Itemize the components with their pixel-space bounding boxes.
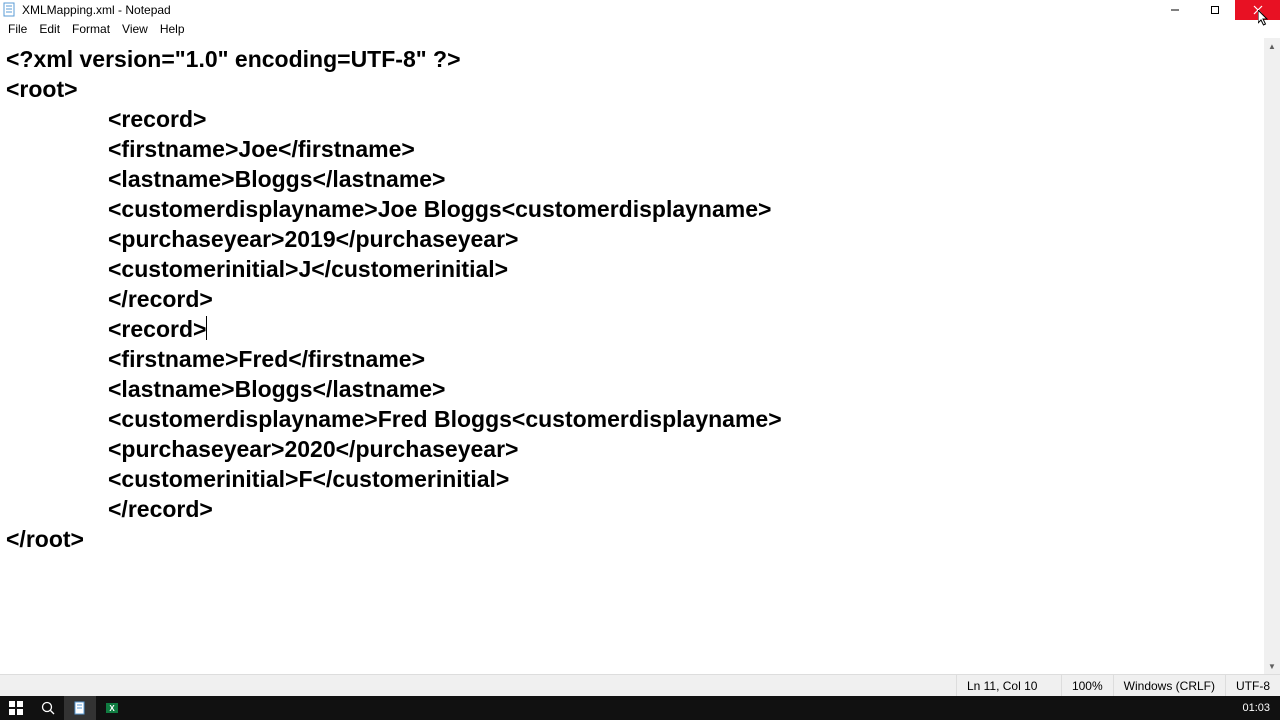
menubar: File Edit Format View Help — [0, 20, 1280, 38]
taskbar-clock[interactable]: 01:03 — [1232, 702, 1280, 714]
menu-view[interactable]: View — [116, 20, 154, 38]
editor-line: </root> — [6, 524, 1260, 554]
statusbar: Ln 11, Col 10 100% Windows (CRLF) UTF-8 — [0, 674, 1280, 696]
editor-line: <customerinitial>F</customerinitial> — [108, 466, 509, 492]
editor-line: <?xml version="1.0" encoding=UTF-8" ?> — [6, 44, 1260, 74]
menu-format[interactable]: Format — [66, 20, 116, 38]
editor-line: <purchaseyear>2019</purchaseyear> — [108, 226, 518, 252]
editor-line: <customerdisplayname>Joe Bloggs<customer… — [108, 196, 771, 222]
editor-line: <root> — [6, 74, 1260, 104]
text-caret — [206, 316, 207, 340]
maximize-button[interactable] — [1195, 0, 1235, 20]
scroll-down-icon[interactable]: ▼ — [1264, 658, 1280, 674]
editor-line: </record> — [108, 286, 213, 312]
editor-line: <record> — [108, 316, 206, 342]
status-position: Ln 11, Col 10 — [956, 675, 1061, 697]
editor-line: <lastname>Bloggs</lastname> — [108, 166, 446, 192]
editor-line: <purchaseyear>2020</purchaseyear> — [108, 436, 518, 462]
taskbar-app-excel[interactable]: X — [96, 696, 128, 720]
menu-file[interactable]: File — [2, 20, 33, 38]
editor-line: <record> — [108, 106, 206, 132]
taskbar[interactable]: X 01:03 — [0, 696, 1280, 720]
window-title: XMLMapping.xml - Notepad — [22, 3, 171, 17]
notepad-icon — [2, 2, 18, 18]
search-button[interactable] — [32, 696, 64, 720]
close-button[interactable] — [1235, 0, 1280, 20]
minimize-button[interactable] — [1155, 0, 1195, 20]
titlebar[interactable]: XMLMapping.xml - Notepad — [0, 0, 1280, 20]
menu-help[interactable]: Help — [154, 20, 191, 38]
status-encoding: UTF-8 — [1225, 675, 1280, 697]
editor-line: <lastname>Bloggs</lastname> — [108, 376, 446, 402]
notepad-window: XMLMapping.xml - Notepad File Edit Forma… — [0, 0, 1280, 696]
scroll-track[interactable] — [1264, 54, 1280, 658]
editor-line: </record> — [108, 496, 213, 522]
status-eol: Windows (CRLF) — [1113, 675, 1225, 697]
status-zoom: 100% — [1061, 675, 1113, 697]
vertical-scrollbar[interactable]: ▲ ▼ — [1264, 38, 1280, 674]
editor-line: <customerdisplayname>Fred Bloggs<custome… — [108, 406, 782, 432]
editor-line: <firstname>Fred</firstname> — [108, 346, 425, 372]
scroll-up-icon[interactable]: ▲ — [1264, 38, 1280, 54]
taskbar-app-notepad[interactable] — [64, 696, 96, 720]
start-button[interactable] — [0, 696, 32, 720]
text-editor[interactable]: <?xml version="1.0" encoding=UTF-8" ?><r… — [0, 38, 1264, 674]
editor-wrap: <?xml version="1.0" encoding=UTF-8" ?><r… — [0, 38, 1280, 674]
editor-line: <customerinitial>J</customerinitial> — [108, 256, 508, 282]
menu-edit[interactable]: Edit — [33, 20, 66, 38]
editor-line: <firstname>Joe</firstname> — [108, 136, 415, 162]
svg-text:X: X — [109, 704, 115, 713]
